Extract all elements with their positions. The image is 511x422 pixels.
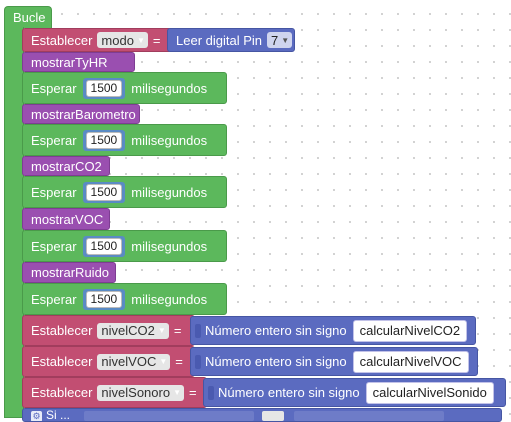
function-name: calcularNivelSonido: [372, 385, 487, 400]
set-mode-label: Establecer: [31, 32, 93, 48]
gear-icon[interactable]: ⚙: [31, 411, 42, 421]
variable-name: nivelVOC: [101, 354, 157, 369]
number-input[interactable]: 1500: [82, 288, 126, 310]
input-connector-icon: [208, 385, 214, 400]
if-condition-slot[interactable]: [84, 411, 255, 421]
number-input[interactable]: 1500: [82, 77, 126, 99]
procedure-name: mostrarVOC: [31, 211, 104, 227]
function-name: calcularNivelCO2: [359, 323, 461, 338]
wait-block[interactable]: Esperar 1500 milisegundos: [22, 283, 227, 315]
procedure-call-block[interactable]: mostrarTyHR: [22, 52, 135, 72]
unsigned-int-block[interactable]: Número entero sin signo calcularNivelSon…: [203, 378, 506, 407]
wait-block[interactable]: Esperar 1500 milisegundos: [22, 230, 227, 262]
wait-value[interactable]: 1500: [85, 290, 123, 308]
wait-unit: milisegundos: [131, 184, 208, 200]
wait-value[interactable]: 1500: [85, 79, 123, 97]
loop-arm: [4, 27, 24, 418]
digital-read-block[interactable]: Leer digital Pin 7 ▼: [167, 28, 295, 52]
loop-block[interactable]: Bucle: [4, 6, 52, 28]
variable-name: nivelSonoro: [101, 385, 171, 400]
wait-block[interactable]: Esperar 1500 milisegundos: [22, 124, 227, 156]
pin-value: 7: [271, 32, 279, 48]
input-connector-icon: [195, 354, 201, 369]
chevron-down-icon: ▼: [173, 388, 181, 397]
if-label: Si ...: [46, 408, 71, 422]
function-call-block[interactable]: calcularNivelSonido: [365, 381, 494, 404]
equals-sign: =: [189, 385, 197, 400]
mode-variable-name: modo: [101, 32, 134, 48]
if-value-slot[interactable]: [262, 411, 285, 421]
wait-unit: milisegundos: [131, 291, 208, 307]
loop-label: Bucle: [13, 10, 46, 25]
function-call-block[interactable]: calcularNivelCO2: [352, 319, 468, 342]
set-variable-block[interactable]: Establecer nivelCO2 ▼ =: [22, 315, 195, 346]
wait-value[interactable]: 1500: [85, 183, 123, 201]
set-variable-label: Establecer: [31, 354, 93, 369]
if-block[interactable]: ⚙ Si ...: [22, 408, 502, 422]
input-connector-icon: [195, 323, 201, 338]
procedure-call-block[interactable]: mostrarCO2: [22, 156, 110, 176]
variable-dropdown[interactable]: nivelSonoro ▼: [97, 384, 184, 401]
set-variable-block[interactable]: Establecer nivelSonoro ▼ =: [22, 377, 207, 408]
wait-value[interactable]: 1500: [85, 131, 123, 149]
mode-variable-dropdown[interactable]: modo ▼: [97, 32, 148, 48]
set-variable-label: Establecer: [31, 385, 93, 400]
set-variable-block[interactable]: Establecer nivelVOC ▼ =: [22, 346, 195, 377]
unsigned-int-label: Número entero sin signo: [205, 323, 347, 338]
wait-label: Esperar: [31, 184, 77, 200]
set-mode-equals: =: [152, 32, 161, 48]
set-mode-block[interactable]: Establecer modo ▼ =: [22, 28, 172, 52]
wait-label: Esperar: [31, 132, 77, 148]
wait-label: Esperar: [31, 80, 77, 96]
wait-block[interactable]: Esperar 1500 milisegundos: [22, 72, 227, 104]
digital-read-label: Leer digital Pin: [176, 32, 262, 48]
pin-dropdown[interactable]: 7 ▼: [267, 32, 293, 48]
number-input[interactable]: 1500: [82, 235, 126, 257]
wait-unit: milisegundos: [131, 80, 208, 96]
if-compare-slot[interactable]: [294, 411, 445, 421]
chevron-down-icon: ▼: [136, 35, 145, 45]
variable-dropdown[interactable]: nivelCO2 ▼: [97, 322, 169, 339]
procedure-call-block[interactable]: mostrarBarometro: [22, 104, 140, 124]
procedure-call-block[interactable]: mostrarRuido: [22, 262, 116, 283]
number-input[interactable]: 1500: [82, 129, 126, 151]
wait-label: Esperar: [31, 291, 77, 307]
set-variable-label: Establecer: [31, 323, 93, 338]
equals-sign: =: [175, 354, 183, 369]
unsigned-int-block[interactable]: Número entero sin signo calcularNivelVOC: [190, 347, 478, 376]
wait-unit: milisegundos: [131, 238, 208, 254]
procedure-name: mostrarRuido: [31, 265, 110, 280]
function-call-block[interactable]: calcularNivelVOC: [352, 350, 469, 373]
wait-unit: milisegundos: [131, 132, 208, 148]
unsigned-int-label: Número entero sin signo: [218, 385, 360, 400]
wait-value[interactable]: 1500: [85, 237, 123, 255]
variable-dropdown[interactable]: nivelVOC ▼: [97, 353, 171, 370]
chevron-down-icon: ▼: [281, 35, 290, 45]
function-name: calcularNivelVOC: [359, 354, 462, 369]
unsigned-int-label: Número entero sin signo: [205, 354, 347, 369]
unsigned-int-block[interactable]: Número entero sin signo calcularNivelCO2: [190, 316, 476, 345]
chevron-down-icon: ▼: [159, 357, 168, 366]
procedure-name: mostrarCO2: [31, 158, 102, 174]
variable-name: nivelCO2: [101, 323, 155, 338]
procedure-name: mostrarBarometro: [31, 106, 136, 122]
chevron-down-icon: ▼: [157, 326, 166, 335]
procedure-name: mostrarTyHR: [31, 54, 108, 70]
number-input[interactable]: 1500: [82, 181, 126, 203]
wait-label: Esperar: [31, 238, 77, 254]
wait-block[interactable]: Esperar 1500 milisegundos: [22, 176, 227, 208]
equals-sign: =: [173, 323, 182, 338]
procedure-call-block[interactable]: mostrarVOC: [22, 208, 110, 230]
